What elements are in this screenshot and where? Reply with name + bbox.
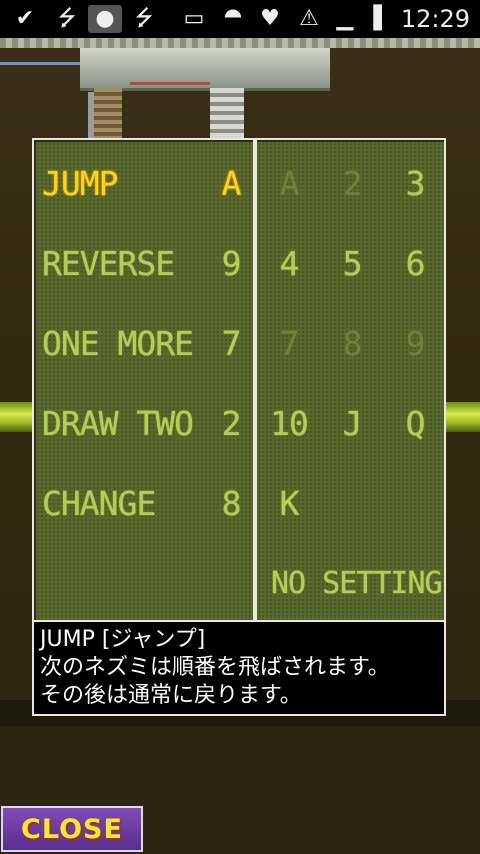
description-line-2: その後は通常に戻ります。 — [40, 683, 302, 708]
card-a[interactable]: A — [269, 164, 309, 204]
wire-red — [130, 82, 210, 85]
sd-card-warning-icon: ⚠ — [299, 6, 319, 31]
signal-icon: ▁ — [336, 6, 354, 31]
usb-debug-icon: ⭍ — [134, 6, 154, 31]
description-box: JUMP [ジャンプ] 次のネズミは順番を飛ばされます。 その後は通常に戻ります… — [32, 620, 446, 716]
card-settings-panel: JUMP A REVERSE 9 ONE MORE 7 DRAW TWO 2 C… — [32, 138, 446, 622]
effect-reverse-name[interactable]: REVERSE — [42, 244, 175, 284]
card-k[interactable]: K — [269, 484, 309, 524]
description-line-1: 次のネズミは順番を飛ばされます。 — [40, 655, 390, 680]
card-2[interactable]: 2 — [332, 164, 372, 204]
phone-heart-icon: ♥ — [260, 6, 280, 31]
android-icon: ● — [88, 5, 122, 33]
effect-change-name[interactable]: CHANGE — [42, 484, 156, 524]
no-setting-option[interactable]: NO SETTING — [271, 564, 443, 604]
effect-jump-key[interactable]: A — [216, 164, 246, 204]
card-j[interactable]: J — [332, 404, 372, 444]
description-title: JUMP [ジャンプ] — [40, 627, 206, 652]
card-4[interactable]: 4 — [269, 244, 309, 284]
card-grid-screen: A 2 3 4 5 6 7 8 9 10 J Q K NO SETTING — [257, 142, 444, 620]
effect-change-key[interactable]: 8 — [216, 484, 246, 524]
close-button[interactable]: CLOSE — [1, 806, 143, 852]
wifi-icon: ⯊ — [224, 6, 242, 31]
usb-icon: ⭍ — [57, 6, 77, 31]
wire-blue — [0, 62, 90, 65]
machine-spindle — [210, 88, 244, 140]
effect-one-more-name[interactable]: ONE MORE — [42, 324, 194, 364]
card-q[interactable]: Q — [395, 404, 435, 444]
card-7[interactable]: 7 — [269, 324, 309, 364]
card-3[interactable]: 3 — [395, 164, 435, 204]
status-bar: ✔ ⭍ ● ⭍ ▭ ⯊ ♥ ⚠ ▁ ▌ 12:29 — [0, 0, 480, 38]
track-stripe-left — [0, 402, 34, 432]
battery-icon: ▌ — [373, 6, 391, 31]
track-stripe-right — [446, 402, 480, 432]
effect-reverse-key[interactable]: 9 — [216, 244, 246, 284]
card-10[interactable]: 10 — [269, 404, 309, 444]
close-button-label: CLOSE — [21, 814, 123, 845]
effect-one-more-key[interactable]: 7 — [216, 324, 246, 364]
card-9[interactable]: 9 — [395, 324, 435, 364]
effect-jump-name[interactable]: JUMP — [42, 164, 118, 204]
card-5[interactable]: 5 — [332, 244, 372, 284]
effect-list-screen: JUMP A REVERSE 9 ONE MORE 7 DRAW TWO 2 C… — [36, 142, 253, 620]
card-8[interactable]: 8 — [332, 324, 372, 364]
effect-draw-two-name[interactable]: DRAW TWO — [42, 404, 194, 444]
download-check-icon: ✔ — [15, 6, 35, 31]
voicemail-icon: ▭ — [183, 6, 205, 31]
machine-rail — [0, 38, 480, 48]
effect-draw-two-key[interactable]: 2 — [216, 404, 246, 444]
status-clock: 12:29 — [400, 5, 470, 33]
machine-screw — [94, 88, 122, 140]
card-6[interactable]: 6 — [395, 244, 435, 284]
